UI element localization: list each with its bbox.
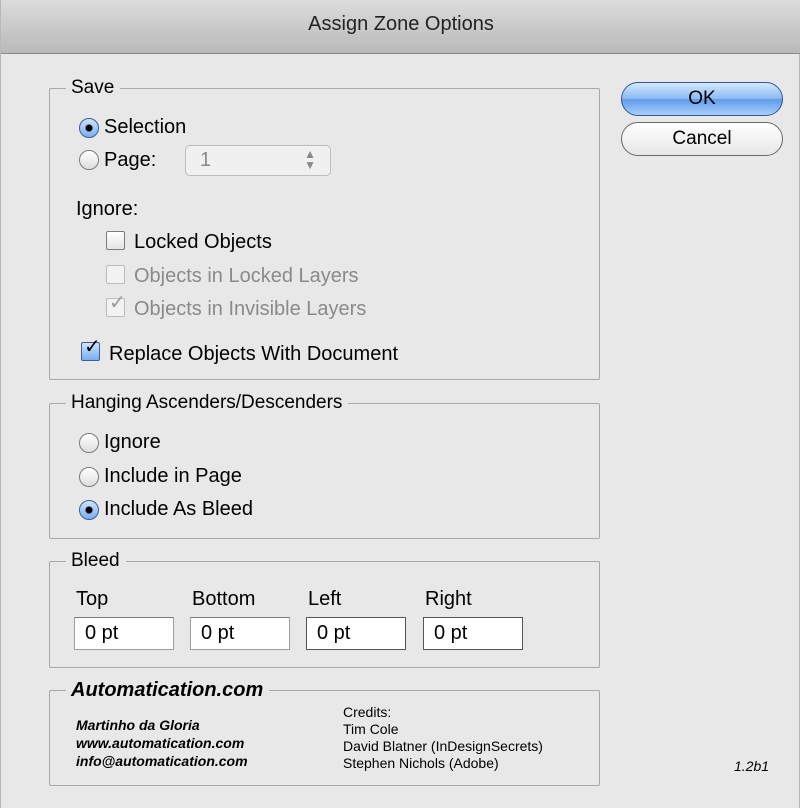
page-stepper[interactable]: 1 ▲ ▼ (185, 145, 331, 176)
locked-objects-label: Locked Objects (134, 231, 272, 253)
objects-locked-layers-label: Objects in Locked Layers (134, 265, 359, 287)
credit-item: David Blatner (InDesignSecrets) (343, 738, 543, 754)
ignore-option-label: Ignore (104, 431, 161, 453)
left-bleed-field[interactable]: 0 pt (306, 617, 406, 650)
include-in-page-radio[interactable] (79, 467, 99, 487)
selection-label: Selection (104, 116, 187, 138)
credit-item: Stephen Nichols (Adobe) (343, 755, 499, 771)
locked-objects-checkbox[interactable] (106, 231, 125, 250)
ignore-label: Ignore: (76, 198, 139, 220)
objects-invisible-layers-checkbox[interactable]: ✓ (106, 292, 126, 317)
include-as-bleed-label: Include As Bleed (104, 498, 253, 520)
top-label: Top (76, 588, 109, 610)
page-stepper-value: 1 (200, 149, 212, 171)
credits-heading: Credits: (343, 704, 392, 720)
left-label: Left (308, 588, 342, 610)
stepper-arrows-icon[interactable]: ▲ ▼ (304, 148, 316, 171)
author-site: www.automatication.com (76, 735, 245, 751)
objects-locked-layers-checkbox[interactable] (106, 265, 125, 284)
include-in-page-label: Include in Page (104, 465, 242, 487)
hanging-group-legend: Hanging Ascenders/Descenders (66, 390, 349, 416)
right-bleed-field[interactable]: 0 pt (423, 617, 523, 650)
page-radio[interactable] (79, 150, 99, 170)
right-label: Right (425, 588, 472, 610)
bottom-label: Bottom (192, 588, 256, 610)
replace-objects-label: Replace Objects With Document (109, 343, 399, 365)
dialog-window: Assign Zone Options OK Cancel Save Selec… (0, 0, 800, 808)
checkmark-icon: ✓ (84, 336, 101, 358)
selection-radio[interactable] (79, 118, 99, 138)
window-title: Assign Zone Options (308, 13, 494, 35)
save-group-legend: Save (66, 75, 121, 101)
author-name: Martinho da Gloria (76, 717, 200, 733)
author-email: info@automatication.com (76, 753, 248, 769)
cancel-button[interactable]: Cancel (621, 122, 783, 156)
bottom-bleed-field[interactable]: 0 pt (190, 617, 290, 650)
replace-objects-checkbox[interactable]: ✓ (81, 336, 101, 361)
bleed-group-legend: Bleed (66, 548, 126, 574)
version-label: 1.2b1 (734, 758, 770, 774)
include-as-bleed-radio[interactable] (79, 500, 99, 520)
ignore-radio[interactable] (79, 433, 99, 453)
top-bleed-field[interactable]: 0 pt (74, 617, 174, 650)
ok-button[interactable]: OK (621, 82, 783, 116)
objects-invisible-layers-label: Objects in Invisible Layers (134, 298, 367, 320)
checkmark-icon: ✓ (109, 292, 126, 314)
credits-group-legend: Automatication.com (66, 677, 270, 703)
page-label: Page: (104, 149, 157, 171)
credit-item: Tim Cole (343, 721, 399, 737)
bleed-group: Bleed (49, 548, 600, 668)
title-bar[interactable]: Assign Zone Options (1, 0, 800, 54)
